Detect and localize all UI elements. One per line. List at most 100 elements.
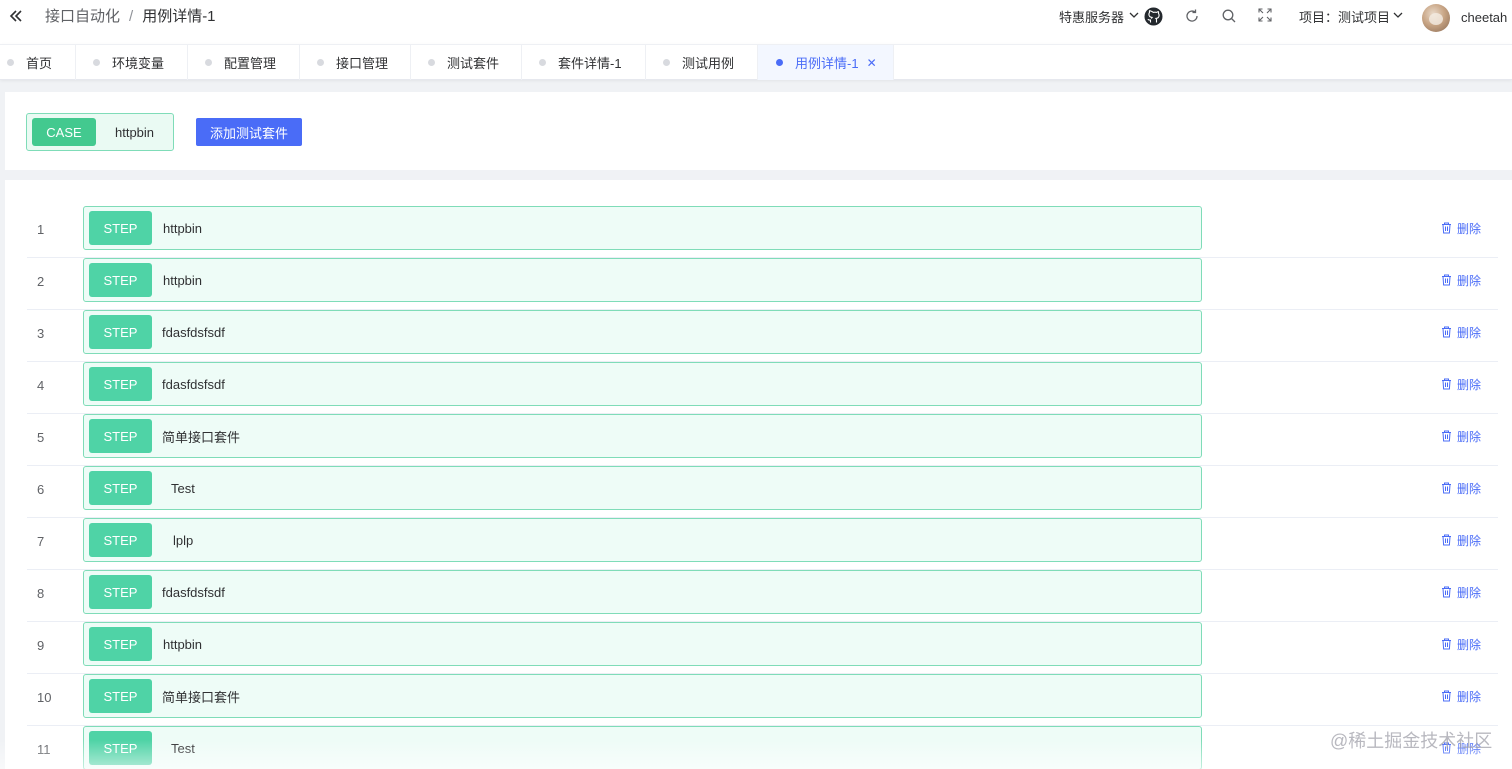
step-card[interactable]: STEP fdasfdsfsdf bbox=[83, 362, 1202, 406]
delete-step-button[interactable]: 删除 bbox=[1441, 258, 1481, 302]
trash-icon bbox=[1442, 430, 1451, 442]
project-select[interactable]: 项目： 测试项目 bbox=[1299, 0, 1403, 32]
breadcrumb-parent[interactable]: 接口自动化 bbox=[45, 8, 120, 26]
tab-api-management[interactable]: 接口管理 bbox=[300, 45, 411, 80]
trash-icon bbox=[1442, 482, 1451, 494]
close-icon[interactable]: ✕ bbox=[867, 56, 877, 70]
tab-home[interactable]: 首页 bbox=[0, 45, 76, 80]
chevron-down-icon bbox=[1393, 11, 1403, 22]
step-row: 4 STEP fdasfdsfsdf 删除 bbox=[27, 362, 1498, 414]
fullscreen-icon[interactable] bbox=[1258, 8, 1272, 22]
step-badge: STEP bbox=[89, 523, 152, 557]
trash-icon bbox=[1442, 222, 1451, 234]
delete-step-button[interactable]: 删除 bbox=[1441, 570, 1481, 614]
delete-label: 删除 bbox=[1457, 221, 1482, 236]
tab-dot bbox=[663, 59, 670, 66]
case-card[interactable]: CASE httpbin bbox=[26, 113, 174, 151]
step-row: 2 STEP httpbin 删除 bbox=[27, 258, 1498, 310]
double-chevron-left-icon[interactable] bbox=[9, 8, 23, 24]
step-card[interactable]: STEP lplp bbox=[83, 518, 1202, 562]
delete-step-button[interactable]: 删除 bbox=[1441, 310, 1481, 354]
add-test-suite-button[interactable]: 添加测试套件 bbox=[196, 118, 302, 146]
delete-label: 删除 bbox=[1457, 429, 1482, 444]
tab-dot bbox=[205, 59, 212, 66]
step-index: 10 bbox=[37, 690, 52, 705]
tab-label: 配置管理 bbox=[224, 56, 277, 71]
step-name: 简单接口套件 bbox=[162, 429, 241, 445]
step-card[interactable]: STEP fdasfdsfsdf bbox=[83, 310, 1202, 354]
tab-dot bbox=[539, 59, 546, 66]
step-index: 5 bbox=[37, 430, 45, 445]
avatar[interactable] bbox=[1422, 4, 1450, 32]
step-badge: STEP bbox=[89, 679, 152, 713]
tab-label: 套件详情-1 bbox=[558, 56, 622, 71]
delete-step-button[interactable]: 删除 bbox=[1441, 518, 1481, 562]
step-card[interactable]: STEP httpbin bbox=[83, 258, 1202, 302]
delete-label: 删除 bbox=[1457, 585, 1482, 600]
github-icon[interactable] bbox=[1144, 7, 1163, 26]
step-card[interactable]: STEP Test bbox=[83, 726, 1202, 769]
refresh-icon[interactable] bbox=[1184, 8, 1200, 24]
delete-label: 删除 bbox=[1457, 481, 1482, 496]
step-name: lplp bbox=[173, 532, 194, 548]
delete-step-button[interactable]: 删除 bbox=[1441, 414, 1481, 458]
step-badge: STEP bbox=[89, 367, 152, 401]
step-badge: STEP bbox=[89, 731, 152, 765]
step-name: 简单接口套件 bbox=[162, 689, 241, 705]
case-panel: CASE httpbin 添加测试套件 bbox=[5, 92, 1512, 170]
delete-step-button[interactable]: 删除 bbox=[1441, 362, 1481, 406]
watermark: @稀土掘金技术社区 bbox=[1330, 731, 1493, 751]
chevron-down-icon bbox=[1129, 11, 1139, 22]
search-icon[interactable] bbox=[1221, 8, 1237, 24]
step-card[interactable]: STEP fdasfdsfsdf bbox=[83, 570, 1202, 614]
case-name: httpbin bbox=[115, 124, 155, 140]
tab-dot bbox=[317, 59, 324, 66]
delete-step-button[interactable]: 删除 bbox=[1441, 674, 1481, 718]
tab-env-variables[interactable]: 环境变量 bbox=[76, 45, 188, 80]
step-index: 4 bbox=[37, 378, 45, 393]
trash-icon bbox=[1442, 378, 1451, 390]
tab-dot bbox=[93, 59, 100, 66]
trash-icon bbox=[1442, 586, 1451, 598]
tab-case-detail[interactable]: 用例详情-1 ✕ bbox=[758, 45, 894, 80]
delete-label: 删除 bbox=[1457, 637, 1482, 652]
delete-step-button[interactable]: 删除 bbox=[1441, 466, 1481, 510]
step-name: httpbin bbox=[163, 272, 203, 288]
step-badge: STEP bbox=[89, 315, 152, 349]
step-card[interactable]: STEP httpbin bbox=[83, 622, 1202, 666]
project-select-value: 测试项目 bbox=[1338, 9, 1391, 25]
tab-test-suites[interactable]: 测试套件 bbox=[411, 45, 522, 80]
step-index: 6 bbox=[37, 482, 45, 497]
tab-label: 测试套件 bbox=[447, 56, 500, 71]
step-card[interactable]: STEP 简单接口套件 bbox=[83, 674, 1202, 718]
step-index: 1 bbox=[37, 222, 45, 237]
tab-label: 首页 bbox=[26, 56, 53, 71]
delete-step-button[interactable]: 删除 bbox=[1441, 622, 1481, 666]
tab-config-management[interactable]: 配置管理 bbox=[188, 45, 300, 80]
step-row: 7 STEP lplp 删除 bbox=[27, 518, 1498, 570]
tab-suite-detail[interactable]: 套件详情-1 bbox=[522, 45, 646, 80]
breadcrumb-current: 用例详情-1 bbox=[142, 8, 216, 25]
delete-label: 删除 bbox=[1457, 325, 1482, 340]
step-name: Test bbox=[171, 480, 195, 496]
delete-step-button[interactable]: 删除 bbox=[1441, 206, 1481, 250]
step-row: 6 STEP Test 删除 bbox=[27, 466, 1498, 518]
step-name: fdasfdsfsdf bbox=[162, 584, 225, 600]
tab-test-cases[interactable]: 测试用例 bbox=[646, 45, 758, 80]
step-badge: STEP bbox=[89, 419, 152, 453]
step-row: 11 STEP Test 删除 bbox=[27, 726, 1498, 769]
step-name: Test bbox=[171, 740, 195, 756]
breadcrumb-separator: / bbox=[129, 8, 134, 25]
step-row: 3 STEP fdasfdsfsdf 删除 bbox=[27, 310, 1498, 362]
step-index: 8 bbox=[37, 586, 45, 601]
step-card[interactable]: STEP Test bbox=[83, 466, 1202, 510]
steps-list: 1 STEP httpbin 删除 2 STEP httpbin 删除 3 ST… bbox=[5, 180, 1512, 769]
step-card[interactable]: STEP 简单接口套件 bbox=[83, 414, 1202, 458]
username[interactable]: cheetah bbox=[1461, 10, 1507, 25]
tab-label: 用例详情-1 bbox=[795, 56, 859, 71]
delete-label: 删除 bbox=[1457, 533, 1482, 548]
server-select-value: 特惠服务器 bbox=[1059, 9, 1125, 25]
delete-label: 删除 bbox=[1457, 689, 1482, 704]
server-select[interactable]: 特惠服务器 bbox=[1059, 0, 1139, 32]
step-card[interactable]: STEP httpbin bbox=[83, 206, 1202, 250]
